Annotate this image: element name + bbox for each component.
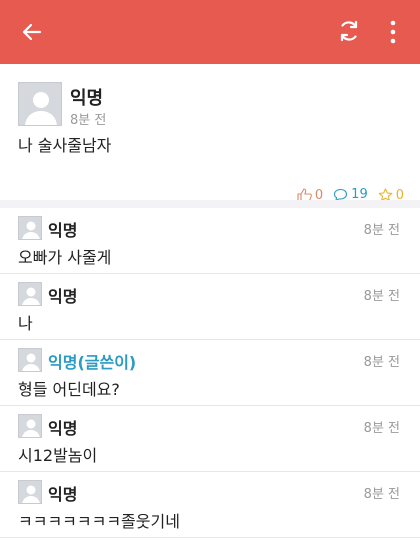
comment-text: 나 bbox=[18, 314, 33, 333]
comment-text: 형들 어딘데요? bbox=[18, 380, 120, 399]
comment-avatar bbox=[18, 480, 42, 504]
comment-avatar bbox=[18, 348, 42, 372]
post-card: 익명 8분 전 나 술사줄남자 0 19 0 bbox=[0, 64, 420, 228]
post-author: 익명 bbox=[70, 88, 104, 109]
comment-item[interactable]: 익명 8분 전 오빠가 사줄게 bbox=[0, 208, 420, 274]
post-content: 나 술사줄남자 bbox=[18, 136, 112, 155]
default-profile-icon bbox=[25, 92, 57, 125]
more-vertical-icon bbox=[390, 20, 396, 44]
comment-item[interactable]: 익명 8분 전 ㅋㅋㅋㅋㅋㅋㅋ졸웃기네 bbox=[0, 472, 420, 538]
post-time: 8분 전 bbox=[70, 113, 107, 128]
comment-time: 8분 전 bbox=[363, 355, 400, 370]
comment-author-op: 익명(글쓴이) bbox=[48, 353, 137, 372]
comment-author: 익명 bbox=[48, 287, 78, 306]
comment-item[interactable]: 익명(글쓴이) 8분 전 형들 어딘데요? bbox=[0, 340, 420, 406]
refresh-button[interactable] bbox=[337, 19, 361, 43]
author-avatar bbox=[18, 82, 62, 126]
default-profile-icon bbox=[22, 287, 40, 305]
refresh-icon bbox=[340, 20, 358, 42]
app-bar bbox=[0, 0, 420, 64]
comment-author: 익명 bbox=[48, 485, 78, 504]
comment-item[interactable]: 익명 8분 전 시12발놈이 bbox=[0, 406, 420, 472]
comment-item[interactable]: 익명 8분 전 나 bbox=[0, 274, 420, 340]
comment-time: 8분 전 bbox=[363, 487, 400, 502]
comment-author: 익명 bbox=[48, 419, 78, 438]
more-options-button[interactable] bbox=[381, 19, 405, 45]
comment-text: 오빠가 사줄게 bbox=[18, 248, 112, 267]
section-divider bbox=[0, 200, 420, 208]
arrow-left-icon bbox=[22, 23, 42, 41]
comment-time: 8분 전 bbox=[363, 421, 400, 436]
back-button[interactable] bbox=[20, 20, 44, 44]
default-profile-icon bbox=[22, 485, 40, 503]
default-profile-icon bbox=[22, 419, 40, 437]
comment-text: ㅋㅋㅋㅋㅋㅋㅋ졸웃기네 bbox=[18, 512, 180, 531]
comment-avatar bbox=[18, 216, 42, 240]
comment-text: 시12발놈이 bbox=[18, 446, 98, 465]
comment-avatar bbox=[18, 282, 42, 306]
comment-list: 익명 8분 전 오빠가 사줄게 익명 8분 전 나 익명(글쓴이) 8분 전 형… bbox=[0, 208, 420, 538]
comment-author: 익명 bbox=[48, 221, 78, 240]
comment-avatar bbox=[18, 414, 42, 438]
comment-time: 8분 전 bbox=[363, 289, 400, 304]
default-profile-icon bbox=[22, 221, 40, 239]
default-profile-icon bbox=[22, 353, 40, 371]
comment-time: 8분 전 bbox=[363, 223, 400, 238]
